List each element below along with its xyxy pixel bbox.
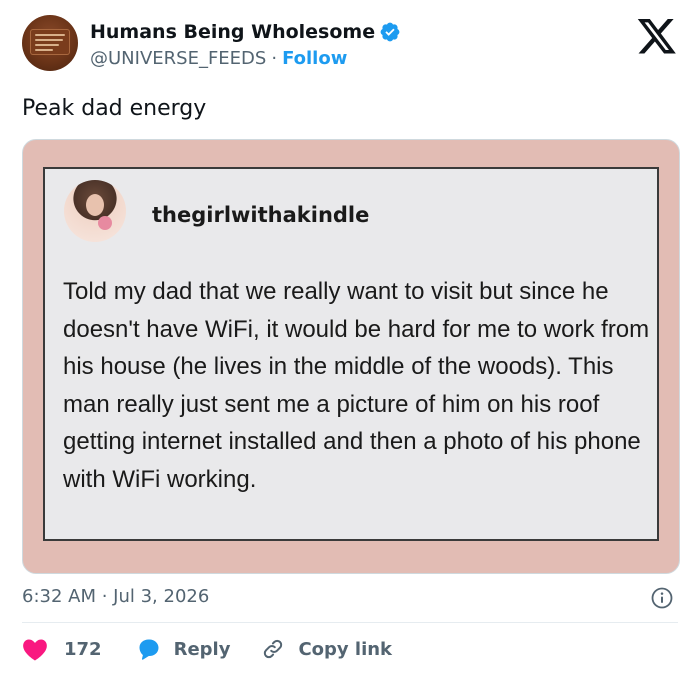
action-bar: 172 Reply Copy link [22, 636, 392, 662]
info-icon[interactable] [650, 586, 674, 610]
like-button[interactable]: 172 [22, 637, 102, 661]
follow-button[interactable]: Follow [282, 48, 347, 69]
embedded-post-username: thegirlwithakindle [152, 203, 370, 227]
embedded-post-body: Told my dad that we really want to visit… [63, 278, 650, 493]
heart-icon [23, 639, 47, 661]
account-display-name[interactable]: Humans Being Wholesome [90, 20, 375, 44]
embedded-post-avatar [64, 180, 126, 242]
account-handle-row: @UNIVERSE_FEEDS · Follow [90, 47, 347, 71]
x-logo-icon[interactable] [636, 19, 678, 57]
verified-badge-icon [380, 22, 400, 42]
reply-label: Reply [173, 638, 231, 660]
tweet-media[interactable]: thegirlwithakindle Told my dad that we r… [22, 139, 680, 574]
account-avatar[interactable] [22, 15, 78, 71]
account-handle[interactable]: @UNIVERSE_FEEDS [90, 48, 266, 69]
tweet-text: Peak dad energy [22, 96, 207, 121]
embedded-post-card: thegirlwithakindle Told my dad that we r… [43, 167, 659, 541]
account-name-row: Humans Being Wholesome [90, 20, 401, 44]
copy-link-button[interactable]: Copy link [260, 637, 392, 661]
avatar-plaque-image [30, 29, 70, 55]
reply-bubble-icon [139, 639, 159, 660]
handle-separator: · [271, 48, 278, 69]
reply-button[interactable]: Reply [136, 637, 231, 661]
copy-link-label: Copy link [298, 638, 393, 660]
link-icon [264, 639, 283, 659]
like-count: 172 [64, 638, 102, 660]
action-divider [22, 622, 678, 623]
tweet-timestamp[interactable]: 6:32 AM · Jul 3, 2026 [22, 585, 209, 609]
